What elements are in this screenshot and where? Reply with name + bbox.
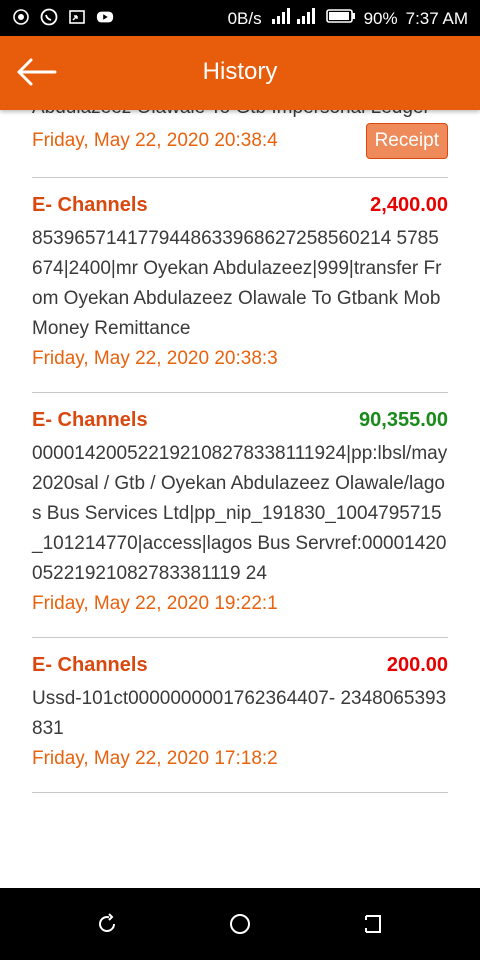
transaction-date: Friday, May 22, 2020 17:18:2 <box>32 748 278 769</box>
transaction-entry[interactable]: E- Channels 90,355.00 000014200522192108… <box>32 405 448 638</box>
transaction-entry[interactable]: E- Channels 2,400.00 8539657141779448633… <box>32 190 448 393</box>
receipt-button[interactable]: Receipt <box>365 123 448 159</box>
status-right: 0B/s 90% 7:37 AM <box>228 7 468 30</box>
battery-icon <box>325 8 356 29</box>
net-speed: 0B/s <box>227 8 262 28</box>
transaction-date: Friday, May 22, 2020 19:22:1 <box>32 593 278 614</box>
transaction-channel: E- Channels <box>32 654 148 676</box>
history-list[interactable]: Abdulazeez Olawale To Gtb Impersonal Led… <box>0 36 480 888</box>
system-nav-bar <box>0 888 480 960</box>
status-bar: 0B/s 90% 7:37 AM <box>0 0 480 36</box>
clock: 7:37 AM <box>405 8 468 28</box>
page-title: History <box>202 58 278 85</box>
transaction-channel: E- Channels <box>32 409 148 431</box>
home-button[interactable] <box>227 911 253 937</box>
battery-percent: 90% <box>363 8 398 28</box>
back-icon <box>365 915 381 933</box>
transaction-date: Friday, May 22, 2020 20:38:4 <box>32 130 278 151</box>
transaction-amount: 90,355.00 <box>359 409 448 431</box>
transaction-description: 000014200522192108278338111924|pp:lbsl/m… <box>32 443 448 584</box>
recents-button[interactable] <box>94 911 120 937</box>
transaction-date: Friday, May 22, 2020 20:38:3 <box>32 348 278 369</box>
nav-back-button[interactable] <box>360 911 386 937</box>
status-icons <box>12 8 114 26</box>
transaction-entry[interactable]: E- Channels 200.00 Ussd-101ct00000000017… <box>32 650 448 793</box>
transaction-description: 8539657141779448633968627258560214 57856… <box>32 228 442 339</box>
screen-mirror-icon <box>68 8 86 26</box>
transaction-description: Ussd-101ct0000000001762364407- 234806539… <box>32 688 447 739</box>
notification-icon <box>12 8 30 26</box>
recents-icon <box>99 913 115 932</box>
app-bar: History <box>0 36 480 110</box>
transaction-amount: 2,400.00 <box>370 194 448 216</box>
youtube-icon <box>96 8 114 26</box>
whatsapp-icon <box>40 8 58 26</box>
home-icon <box>230 914 250 934</box>
transaction-channel: E- Channels <box>32 194 148 216</box>
signal-icon <box>270 7 318 30</box>
transaction-amount: 200.00 <box>386 654 448 676</box>
